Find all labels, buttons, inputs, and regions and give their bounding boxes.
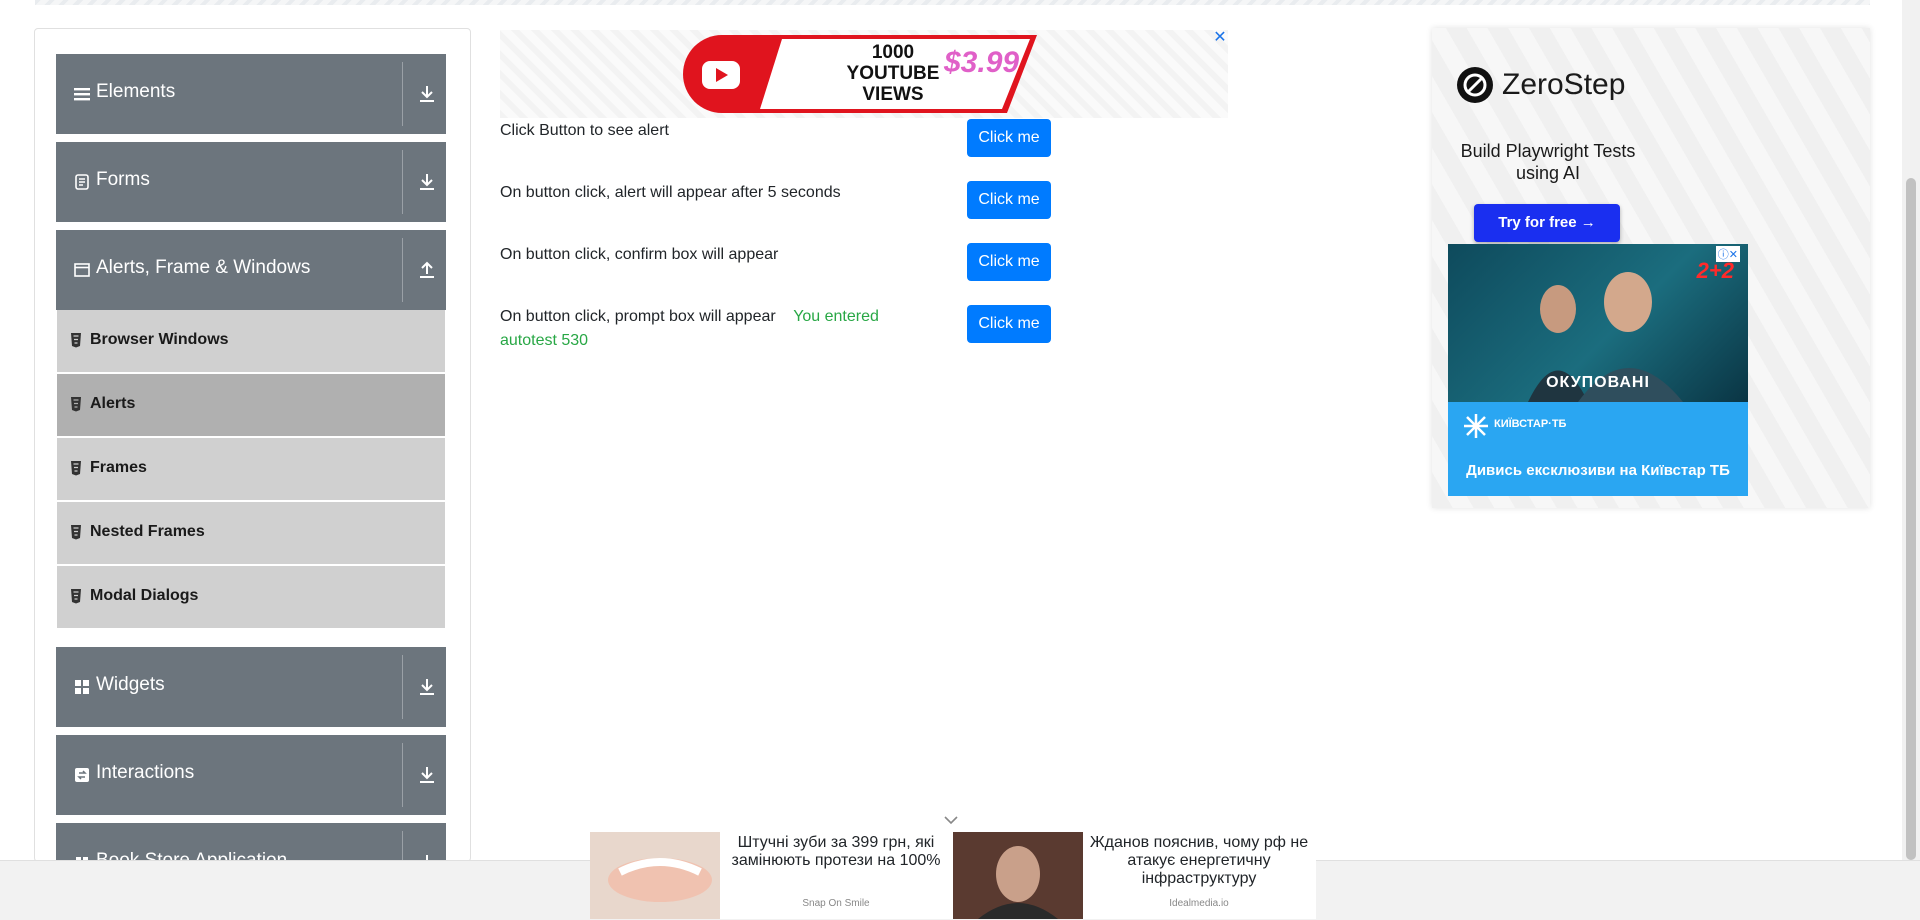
zerostep-tagline: Build Playwright Tests using AI (1460, 141, 1636, 183)
prompt-row-label: On button click, prompt box will appear (500, 308, 776, 325)
sidebar-item-label: Nested Frames (90, 523, 205, 540)
sidebar-item-frames[interactable]: Frames (57, 438, 445, 502)
html5-icon (71, 461, 81, 476)
window-icon (74, 263, 90, 277)
right-sidebar-ad: ZeroStep Build Playwright Tests using AI… (1432, 28, 1870, 508)
divider (402, 743, 403, 807)
group-elements[interactable]: Elements (56, 54, 446, 134)
interactions-icon (75, 768, 89, 782)
group-widgets[interactable]: Widgets (56, 647, 446, 727)
sidebar-item-label: Modal Dialogs (90, 587, 199, 604)
sidebar-item-label: Frames (90, 459, 147, 476)
ad-price: $3.99 (944, 46, 1020, 79)
kyivstar-star-icon (1464, 414, 1488, 438)
kyivstar-ad-image: ⓘ✕ 2+2 ОКУПОВАНІ (1448, 244, 1748, 402)
zerostep-logo-icon (1457, 67, 1493, 103)
news-item[interactable]: Штучні зуби за 399 грн, які замінюють пр… (590, 830, 953, 919)
group-title: Alerts, Frame & Windows (96, 257, 311, 278)
sidebar-item-alerts[interactable]: Alerts (57, 374, 445, 438)
bottom-news-ad: Штучні зуби за 399 грн, які замінюють пр… (590, 830, 1316, 919)
kyivstar-ad-footer (1448, 402, 1748, 496)
upload-arrow-icon (420, 261, 434, 278)
confirm-row-label: On button click, confirm box will appear (500, 246, 779, 263)
try-for-free-button[interactable]: Try for free → (1474, 204, 1620, 242)
group-title: Widgets (96, 674, 165, 695)
channel-logo: 2+2 (1696, 258, 1734, 283)
news-thumbnail (590, 832, 720, 919)
sidebar: Elements Forms Alerts, Frame & Windows B… (34, 28, 471, 862)
divider (402, 238, 403, 302)
html5-icon (71, 525, 81, 540)
kyivstar-cta: Дивись ексклюзиви на Київстар ТБ (1466, 462, 1730, 479)
timer-alert-row-label: On button click, alert will appear after… (500, 184, 841, 201)
group-forms[interactable]: Forms (56, 142, 446, 222)
group-interactions[interactable]: Interactions (56, 735, 446, 815)
zerostep-ad[interactable]: ZeroStep Build Playwright Tests using AI… (1448, 44, 1648, 254)
download-arrow-icon (420, 679, 434, 695)
divider (402, 655, 403, 719)
group-alerts-frame-windows[interactable]: Alerts, Frame & Windows (56, 230, 446, 310)
kyivstar-brand: КИЇВСТАР·ТБ (1494, 418, 1567, 430)
prompt-row: On button click, prompt box will appear … (500, 305, 900, 353)
divider (402, 831, 403, 861)
news-source: Idealmedia.io (1169, 898, 1229, 909)
chevron-down-icon[interactable] (943, 814, 959, 826)
sidebar-item-modal-dialogs[interactable]: Modal Dialogs (57, 566, 445, 630)
sidebar-item-browser-windows[interactable]: Browser Windows (57, 310, 445, 374)
group-title: Elements (96, 81, 176, 102)
page-scrollbar[interactable] (1902, 0, 1920, 860)
widgets-grid-icon (75, 680, 89, 694)
sidebar-item-nested-frames[interactable]: Nested Frames (57, 502, 445, 566)
confirm-button[interactable]: Click me (967, 243, 1051, 281)
alert-row-label: Click Button to see alert (500, 122, 669, 139)
download-arrow-icon (420, 767, 434, 783)
news-headline: Жданов пояснив, чому рф не атакує енерге… (1089, 834, 1309, 887)
news-headline: Штучні зуби за 399 грн, які замінюють пр… (731, 834, 941, 869)
prompt-button[interactable]: Click me (967, 305, 1051, 343)
group-title: Interactions (96, 762, 195, 783)
html5-icon (71, 589, 81, 604)
news-source: Snap On Smile (802, 898, 870, 909)
sidebar-item-label: Browser Windows (90, 331, 229, 348)
news-thumbnail (953, 832, 1083, 919)
top-banner-ad[interactable]: 1000 YOUTUBE VIEWS $3.99 ✕ (500, 30, 1228, 118)
divider (402, 150, 403, 214)
sidebar-item-label: Alerts (90, 395, 136, 412)
hamburger-icon (74, 88, 90, 101)
news-item[interactable]: Жданов пояснив, чому рф не атакує енерге… (953, 830, 1316, 919)
scrollbar-thumb[interactable] (1906, 178, 1916, 860)
timer-alert-button[interactable]: Click me (967, 181, 1051, 219)
html5-icon (71, 333, 81, 348)
download-arrow-icon (420, 174, 434, 190)
kyivstar-ad[interactable]: ⓘ✕ 2+2 ОКУПОВАНІ КИЇВСТАР·ТБ Дивись екск… (1448, 244, 1748, 496)
zerostep-brand: ZeroStep (1502, 68, 1626, 101)
close-icon[interactable]: ✕ (1212, 30, 1228, 46)
group-book-store-application[interactable]: Book Store Application (56, 823, 446, 861)
group-title: Forms (96, 169, 150, 190)
alert-button[interactable]: Click me (967, 119, 1051, 157)
divider (402, 62, 403, 126)
download-arrow-icon (420, 86, 434, 102)
show-title: ОКУПОВАНІ (1546, 374, 1650, 391)
top-pattern-strip (35, 0, 1870, 5)
html5-icon (71, 397, 81, 412)
form-icon (75, 174, 89, 190)
